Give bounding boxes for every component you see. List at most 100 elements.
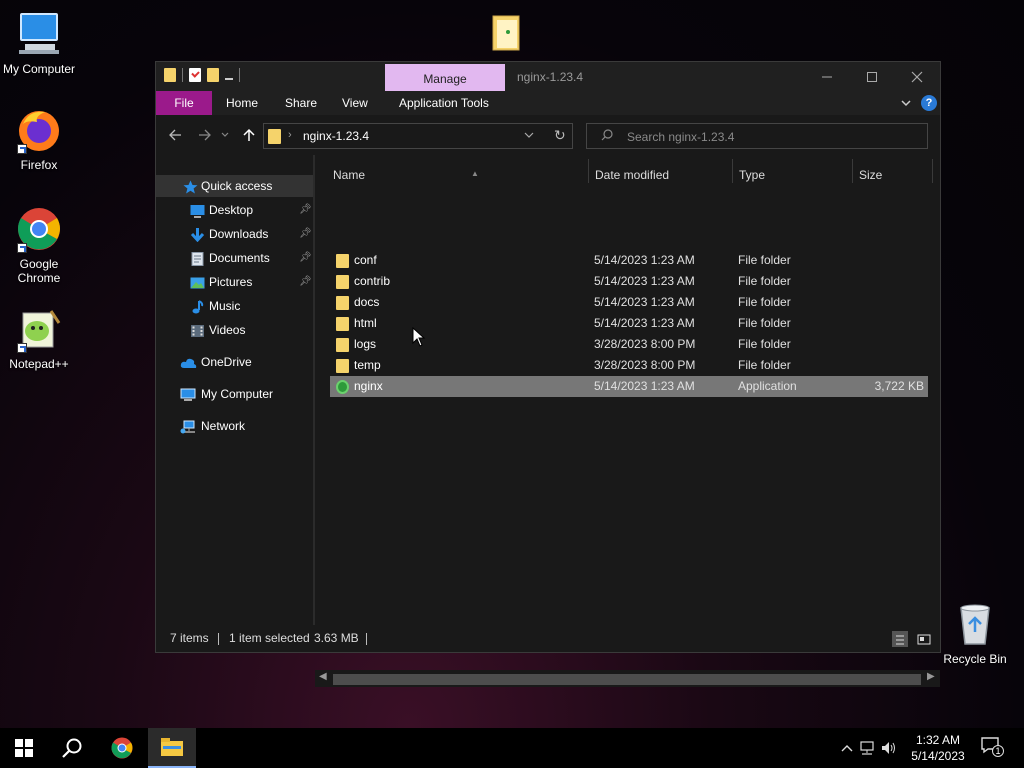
show-hidden-icons-icon[interactable] [838,744,856,752]
title-bar[interactable]: Manage nginx-1.23.4 [156,62,940,91]
chevron-right-icon[interactable]: › [288,129,292,141]
desktop-icon-google-chrome[interactable]: Google Chrome [0,205,78,285]
column-header-name[interactable]: ▲ Name [333,163,588,187]
nav-item-videos[interactable]: Videos [156,319,313,341]
column-separator[interactable] [732,159,733,183]
toolbar-separator [239,68,240,82]
taskbar-chrome-button[interactable] [98,728,146,768]
ribbon-tab-bar: File Home Share View Application Tools ? [156,91,940,115]
tab-share[interactable]: Share [275,91,327,115]
nav-item-network[interactable]: Network [156,415,313,437]
table-row[interactable]: conf 5/14/2023 1:23 AM File folder [330,250,928,271]
up-button[interactable] [238,123,260,147]
tab-application-tools[interactable]: Application Tools [389,91,499,115]
taskbar-clock[interactable]: 1:32 AM 5/14/2023 [900,732,976,764]
taskbar-file-explorer-button[interactable] [148,728,196,768]
volume-icon[interactable] [878,741,900,755]
forward-button[interactable] [194,123,216,147]
start-button[interactable] [0,728,48,768]
pin-icon[interactable]: 📌︎ [299,199,312,221]
nav-item-quick-access[interactable]: Quick access [156,175,313,197]
column-separator[interactable] [852,159,853,183]
item-count: 7 items [170,631,209,645]
network-status-icon[interactable] [856,741,878,755]
manage-context-tab[interactable]: Manage [385,64,505,91]
scrollbar-thumb[interactable] [333,674,921,685]
nav-item-desktop[interactable]: Desktop 📌︎ [156,199,313,221]
pin-icon[interactable]: 📌︎ [299,247,312,269]
desktop-icon-notepad-plus-plus[interactable]: Notepad++ [0,305,78,371]
column-header-date-modified[interactable]: Date modified [595,163,669,187]
clock-time: 1:32 AM [915,733,961,747]
address-dropdown-icon[interactable] [524,129,534,141]
file-date: 5/14/2023 1:23 AM [594,295,695,309]
action-center-button[interactable]: 1 [980,736,1006,760]
desktop-icon-my-computer[interactable]: My Computer [0,10,78,76]
nav-item-downloads[interactable]: Downloads 📌︎ [156,223,313,245]
nav-item-documents[interactable]: Documents 📌︎ [156,247,313,269]
new-folder-icon[interactable] [207,68,219,82]
tab-view[interactable]: View [332,91,378,115]
folder-icon [336,359,349,373]
file-date: 3/28/2023 8:00 PM [594,337,696,351]
column-separator[interactable] [588,159,589,183]
nav-item-my-computer[interactable]: My Computer [156,383,313,405]
column-separator[interactable] [932,159,933,183]
table-row[interactable]: temp 3/28/2023 8:00 PM File folder [330,355,928,376]
pin-icon[interactable]: 📌︎ [299,271,312,293]
search-placeholder: Search nginx-1.23.4 [627,130,735,144]
large-icons-view-button[interactable] [916,631,932,647]
clock-date: 5/14/2023 [911,749,965,763]
star-icon [183,179,198,194]
address-bar[interactable]: › nginx-1.23.4 ↻ [263,123,573,149]
nav-item-onedrive[interactable]: OneDrive [156,351,313,373]
download-icon [190,227,205,243]
scroll-left-icon[interactable]: ◀ [319,671,327,682]
taskbar: 1:32 AM 5/14/2023 1 [0,728,1024,768]
tab-file[interactable]: File [156,91,212,115]
nav-item-pictures[interactable]: Pictures 📌︎ [156,271,313,293]
desktop-icon-label: Notepad++ [9,357,69,371]
desktop-icon-firefox[interactable]: Firefox [0,106,78,172]
file-date: 5/14/2023 1:23 AM [594,379,695,393]
folder-icon [336,317,349,331]
table-row-selected[interactable]: nginx 5/14/2023 1:23 AM Application 3,72… [330,376,928,397]
maximize-button[interactable] [849,62,895,91]
table-row[interactable]: contrib 5/14/2023 1:23 AM File folder [330,271,928,292]
file-name: logs [354,337,377,351]
recent-locations-button[interactable] [218,123,232,147]
file-explorer-window[interactable]: Manage nginx-1.23.4 File Home Share View… [155,61,941,687]
back-button[interactable] [164,123,186,147]
nav-item-music[interactable]: Music [156,295,313,317]
horizontal-scrollbar[interactable]: ◀ ▶ [315,670,940,687]
mouse-cursor-icon [412,326,426,347]
details-view-button[interactable] [892,631,908,647]
column-header-size[interactable]: Size [859,163,882,187]
close-button[interactable] [894,62,940,91]
folder-icon [268,129,281,144]
search-box[interactable]: Search nginx-1.23.4 [586,123,928,149]
file-name: docs [354,295,380,309]
minimize-button[interactable] [804,62,850,91]
pin-icon[interactable]: 📌︎ [299,223,312,245]
chevron-down-icon[interactable] [901,97,911,107]
navigation-pane: Quick access Desktop 📌︎ Downloads 📌︎ Doc… [156,155,313,625]
help-icon[interactable]: ? [921,95,937,111]
refresh-icon[interactable]: ↻ [554,127,566,144]
computer-icon [15,10,63,58]
column-header-type[interactable]: Type [739,163,765,187]
folder-icon [164,68,176,82]
desktop-icon-recycle-bin[interactable]: Recycle Bin [936,600,1014,666]
table-row[interactable]: docs 5/14/2023 1:23 AM File folder [330,292,928,313]
system-tray [838,728,900,768]
file-type: File folder [738,358,791,372]
firefox-icon [15,106,63,154]
tab-home[interactable]: Home [216,91,268,115]
customize-toolbar-icon[interactable] [225,70,233,80]
search-icon[interactable] [48,728,96,768]
scroll-right-icon[interactable]: ▶ [927,671,935,682]
shortcut-arrow-icon [17,144,27,154]
properties-icon[interactable] [189,68,201,82]
file-list[interactable]: ▲ Name Date modified Type Size conf 5/14… [315,155,940,687]
address-path[interactable]: nginx-1.23.4 [303,129,369,143]
